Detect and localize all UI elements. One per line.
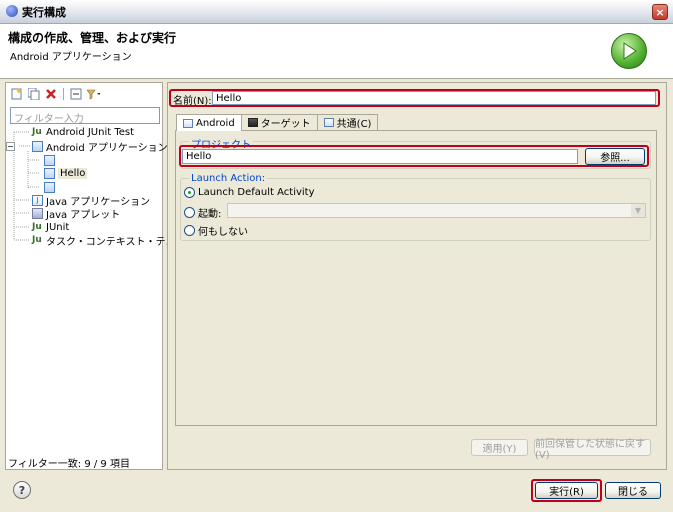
revert-button[interactable]: 前回保管した状態に戻す(V) xyxy=(534,439,651,461)
tree-item-config[interactable] xyxy=(44,154,55,167)
android-config-icon xyxy=(32,141,43,152)
tree-item-label: JUnit xyxy=(46,222,70,233)
tree-item-android-app[interactable]: Android アプリケーション xyxy=(32,140,168,154)
name-field[interactable]: Hello xyxy=(212,91,656,105)
tab-label: Android xyxy=(196,117,235,129)
radio-dot xyxy=(184,187,195,198)
android-tab-icon xyxy=(183,118,193,128)
chevron-down-icon: ▼ xyxy=(631,204,645,217)
android-config-icon xyxy=(44,168,55,179)
applet-icon xyxy=(32,208,43,219)
launch-none-radio[interactable]: 何もしない xyxy=(184,223,248,238)
close-icon[interactable]: × xyxy=(652,4,668,20)
project-field[interactable]: Hello xyxy=(182,149,578,164)
tab-label: 共通(C) xyxy=(336,119,372,130)
radio-dot xyxy=(184,225,195,236)
tab-label: ターゲット xyxy=(260,119,311,130)
close-button[interactable]: 閉じる xyxy=(605,482,661,499)
tree-item-java-applet[interactable]: Java アプレット xyxy=(32,207,121,221)
tree-item-label: Hello xyxy=(58,168,88,179)
tree-item-android-junit[interactable]: Ju Android JUnit Test xyxy=(32,126,134,139)
apply-button[interactable]: 適用(Y) xyxy=(471,439,528,456)
android-config-icon xyxy=(44,155,55,166)
config-tabs: Android ターゲット 共通(C) xyxy=(176,114,379,131)
tree-item-label: Android JUnit Test xyxy=(46,127,135,138)
name-label: 名前(N): xyxy=(173,96,212,107)
browse-button[interactable]: 参照... xyxy=(585,148,645,165)
tree-expander[interactable]: − xyxy=(6,142,15,151)
junit-icon: Ju xyxy=(32,235,42,245)
common-tab-icon xyxy=(323,118,334,127)
tab-android[interactable]: Android xyxy=(176,114,242,131)
android-config-icon xyxy=(44,182,55,193)
junit-icon: Ju xyxy=(32,222,42,232)
tree-item-task-test[interactable]: Ju タスク・コンテキスト・テスト xyxy=(32,234,186,248)
activity-combo[interactable]: ▼ xyxy=(227,203,646,218)
junit-icon: Ju xyxy=(32,127,42,137)
java-app-icon: J xyxy=(32,195,43,206)
tree-item-hello[interactable]: Hello xyxy=(44,167,88,180)
run-button[interactable]: 実行(R) xyxy=(535,482,598,499)
filter-status: フィルター一致: 9 / 9 項目 xyxy=(8,459,130,470)
radio-label: 起動: xyxy=(198,209,222,220)
tree-item-label: Android アプリケーション xyxy=(46,143,168,154)
radio-dot xyxy=(184,207,195,218)
run-icon xyxy=(611,33,647,69)
target-tab-icon xyxy=(247,118,258,127)
help-icon[interactable]: ? xyxy=(13,481,31,499)
tab-common[interactable]: 共通(C) xyxy=(316,114,379,130)
radio-label: Launch Default Activity xyxy=(198,187,315,198)
tree-item-label: Java アプレット xyxy=(46,210,121,221)
tree-item-label: タスク・コンテキスト・テスト xyxy=(46,237,186,248)
launch-default-radio[interactable]: Launch Default Activity xyxy=(184,187,315,198)
radio-label: 何もしない xyxy=(198,227,248,238)
launch-group-title: Launch Action: xyxy=(189,173,268,184)
tab-target[interactable]: ターゲット xyxy=(240,114,318,130)
launch-start-radio[interactable]: 起動: xyxy=(184,205,221,220)
